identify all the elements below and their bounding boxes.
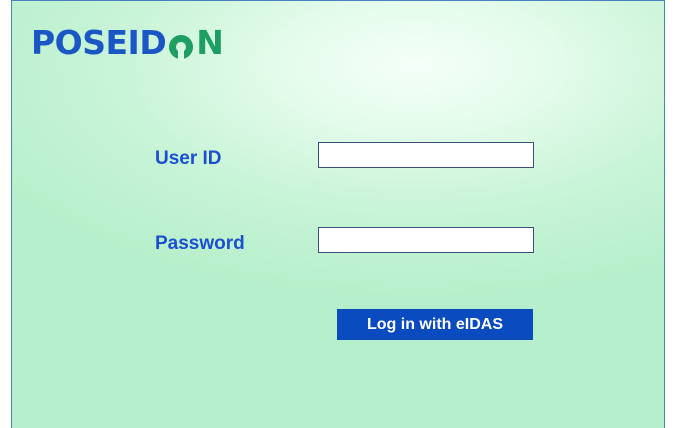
logo-text-end: N [196,23,224,62]
login-panel: POSEID N User ID Password Log in with eI… [11,0,665,428]
password-input[interactable] [318,227,534,253]
keyhole-o-icon [167,30,195,61]
login-eidas-button[interactable]: Log in with eIDAS [337,309,533,340]
user-id-label: User ID [155,148,222,169]
user-id-input[interactable] [318,142,534,168]
logo-text-start: POSEID [31,23,167,62]
password-label: Password [155,233,245,254]
poseidon-logo: POSEID N [31,23,224,63]
